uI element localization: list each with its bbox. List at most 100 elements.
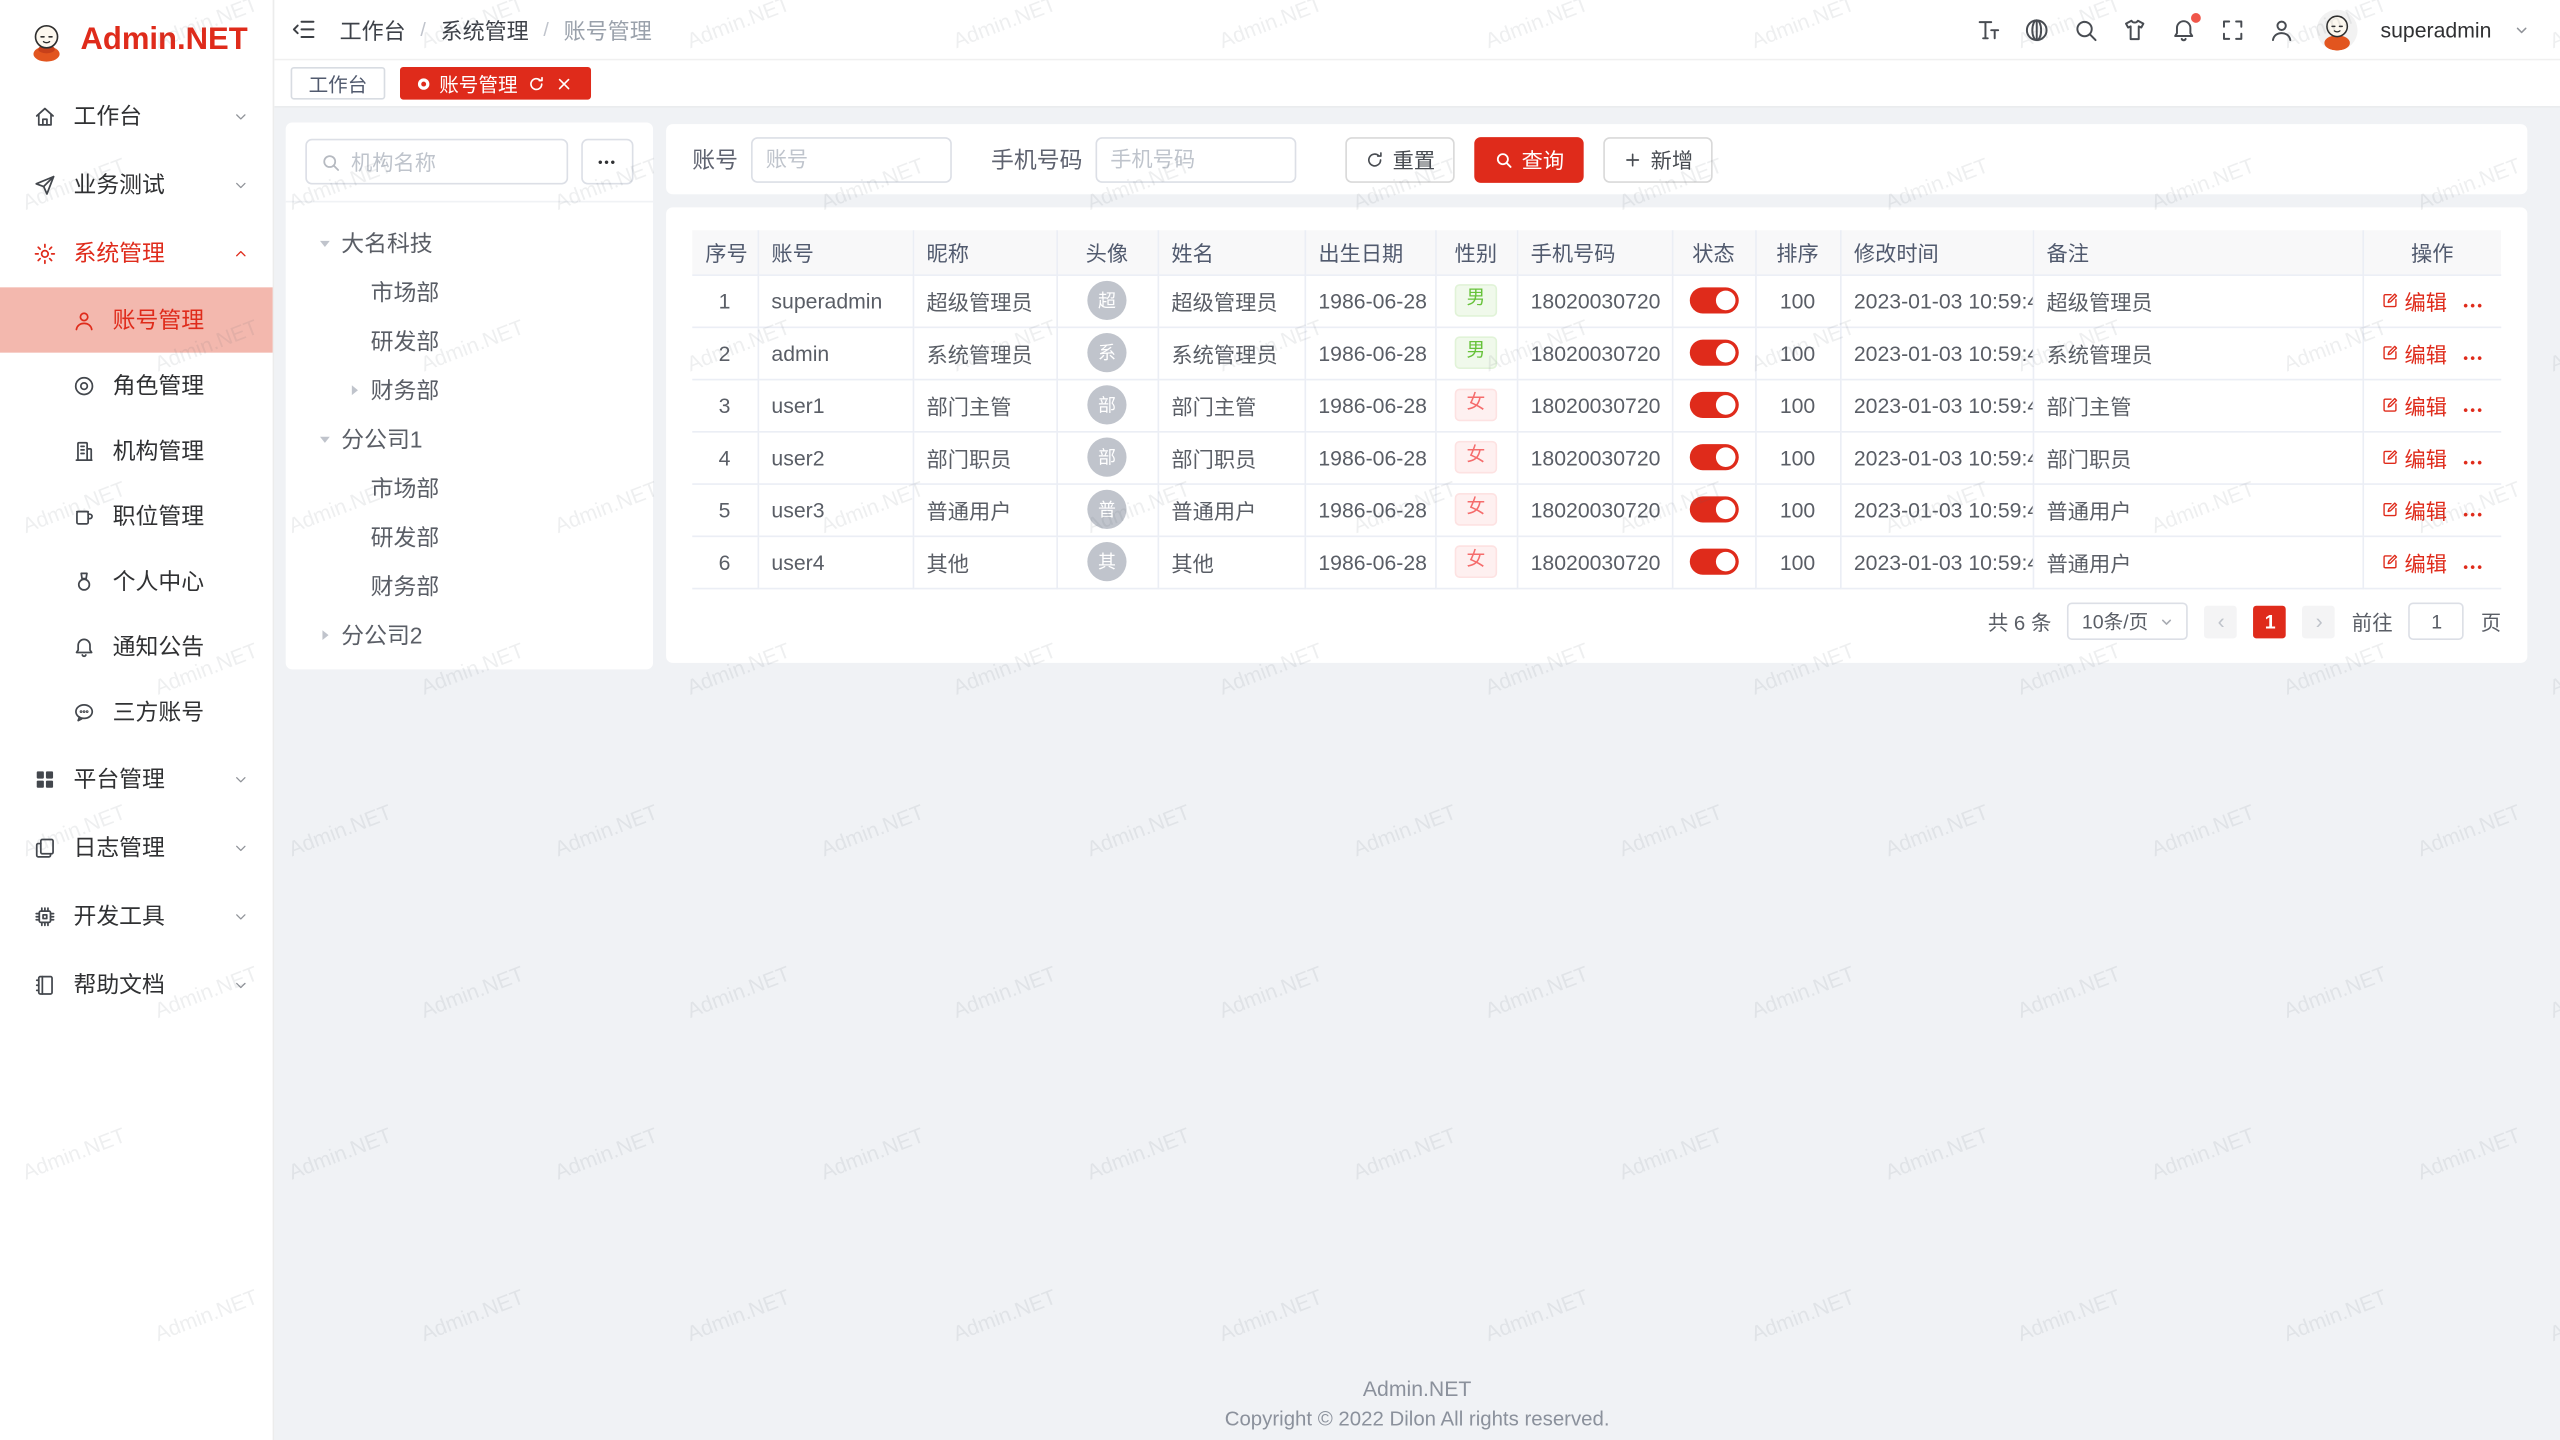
send-icon	[33, 172, 57, 196]
sidebar-item-role-management[interactable]: 角色管理	[0, 353, 273, 418]
theme-icon[interactable]	[2121, 16, 2149, 44]
caret-down-icon[interactable]	[315, 233, 335, 253]
sidebar-item-third-party-account[interactable]: 三方账号	[0, 679, 273, 744]
tree-node[interactable]: 分公司2	[296, 611, 644, 660]
cell-phone: 18020030720	[1517, 379, 1672, 431]
search-icon	[320, 151, 341, 172]
sidebar-item-position-management[interactable]: 职位管理	[0, 483, 273, 548]
row-more-button[interactable]: •••	[2463, 351, 2484, 366]
edit-button[interactable]: 编辑	[2380, 337, 2447, 368]
chevron-down-icon	[232, 838, 250, 856]
row-more-button[interactable]: •••	[2463, 403, 2484, 418]
topbar: 工作台 / 系统管理 / 账号管理 superadmin	[274, 0, 2560, 60]
sidebar-item-workbench[interactable]: 工作台	[0, 82, 273, 151]
caret-down-icon[interactable]	[315, 429, 335, 449]
tree-node-label: 大名科技	[341, 227, 432, 260]
query-button[interactable]: 查询	[1474, 136, 1583, 182]
phone-filter-input[interactable]	[1096, 136, 1297, 182]
prev-page-button[interactable]: ‹	[2205, 605, 2238, 638]
sidebar-item-label: 帮助文档	[73, 968, 231, 1001]
sidebar-item-dev-tools[interactable]: 开发工具	[0, 882, 273, 951]
cell-nickname: 部门主管	[913, 379, 1057, 431]
page-size-select[interactable]: 10条/页	[2068, 602, 2189, 640]
home-icon	[33, 104, 57, 128]
sidebar-item-business-test[interactable]: 业务测试	[0, 150, 273, 219]
user-avatar[interactable]	[2317, 9, 2358, 50]
row-more-button[interactable]: •••	[2463, 299, 2484, 314]
more-icon: •••	[598, 154, 617, 169]
sidebar-item-org-management[interactable]: 机构管理	[0, 418, 273, 483]
sidebar-item-profile-center[interactable]: 个人中心	[0, 549, 273, 614]
caret-right-icon[interactable]	[315, 625, 335, 645]
add-button[interactable]: 新增	[1603, 136, 1712, 182]
tree-node[interactable]: 市场部	[296, 464, 644, 513]
row-more-button[interactable]: •••	[2463, 456, 2484, 471]
caret-right-icon[interactable]	[344, 380, 364, 400]
phone-filter-label: 手机号码	[991, 143, 1082, 176]
status-toggle[interactable]	[1689, 340, 1738, 366]
collapse-menu-icon[interactable]	[291, 16, 317, 42]
font-size-icon[interactable]	[1974, 16, 2002, 44]
next-page-button[interactable]: ›	[2303, 605, 2336, 638]
page-unit-label: 页	[2481, 606, 2501, 637]
user-menu-chevron-down-icon[interactable]	[2513, 20, 2531, 38]
edit-button[interactable]: 编辑	[2380, 442, 2447, 473]
sidebar-item-platform-management[interactable]: 平台管理	[0, 744, 273, 813]
sidebar-item-log-management[interactable]: 日志管理	[0, 813, 273, 882]
edit-button[interactable]: 编辑	[2380, 494, 2447, 525]
cell-nickname: 部门职员	[913, 431, 1057, 483]
tab-workbench[interactable]: 工作台	[291, 67, 386, 100]
notification-icon[interactable]	[2170, 16, 2198, 44]
breadcrumb-system-management[interactable]: 系统管理	[441, 13, 529, 46]
row-more-button[interactable]: •••	[2463, 508, 2484, 523]
status-toggle[interactable]	[1689, 549, 1738, 575]
cell-sort: 100	[1755, 379, 1840, 431]
org-search-input[interactable]	[351, 149, 553, 173]
status-toggle[interactable]	[1689, 445, 1738, 471]
tab-account-management[interactable]: 账号管理	[400, 67, 591, 100]
sidebar-item-label: 系统管理	[73, 237, 231, 270]
sidebar-item-notice-announcement[interactable]: 通知公告	[0, 614, 273, 679]
current-page-button[interactable]: 1	[2254, 605, 2287, 638]
gender-badge: 男	[1455, 284, 1497, 316]
edit-button[interactable]: 编辑	[2380, 546, 2447, 577]
tree-node[interactable]: 财务部	[296, 562, 644, 611]
tree-node[interactable]: 研发部	[296, 513, 644, 562]
sidebar-item-help-docs[interactable]: 帮助文档	[0, 950, 273, 1019]
tab-close-icon[interactable]	[555, 74, 573, 92]
org-more-button[interactable]: •••	[581, 139, 633, 185]
cell-account: user2	[758, 431, 913, 483]
tab-label: 账号管理	[439, 69, 517, 97]
profile-icon[interactable]	[2268, 16, 2296, 44]
status-toggle[interactable]	[1689, 497, 1738, 523]
tab-refresh-icon[interactable]	[527, 74, 545, 92]
tree-node[interactable]: 市场部	[296, 268, 644, 317]
cell-modified: 2023-01-03 10:59:44	[1840, 327, 2033, 379]
cell-name: 普通用户	[1158, 483, 1305, 535]
search-icon[interactable]	[2072, 16, 2100, 44]
status-toggle[interactable]	[1689, 392, 1738, 418]
page-footer: Admin.NET Copyright © 2022 Dilon All rig…	[274, 1376, 2560, 1430]
fullscreen-icon[interactable]	[2219, 16, 2247, 44]
row-more-button[interactable]: •••	[2463, 560, 2484, 575]
sidebar-item-system-management[interactable]: 系统管理	[0, 219, 273, 288]
column-header: 账号	[758, 230, 913, 274]
cell-phone: 18020030720	[1517, 483, 1672, 535]
tree-node[interactable]: 大名科技	[296, 219, 644, 268]
breadcrumb-account-management: 账号管理	[564, 13, 652, 46]
sidebar-item-account-management[interactable]: 账号管理	[0, 287, 273, 352]
edit-button[interactable]: 编辑	[2380, 389, 2447, 420]
edit-button[interactable]: 编辑	[2380, 285, 2447, 316]
status-toggle[interactable]	[1689, 288, 1738, 314]
cell-account: admin	[758, 327, 913, 379]
tree-node[interactable]: 研发部	[296, 317, 644, 366]
breadcrumb-workbench[interactable]: 工作台	[340, 13, 406, 46]
reset-button[interactable]: 重置	[1345, 136, 1454, 182]
language-icon[interactable]	[2023, 16, 2051, 44]
tree-node-label: 分公司1	[341, 423, 422, 456]
tree-node[interactable]: 分公司1	[296, 415, 644, 464]
username[interactable]: superadmin	[2381, 17, 2492, 41]
tree-node[interactable]: 财务部	[296, 366, 644, 415]
goto-page-input[interactable]	[2409, 602, 2465, 640]
account-filter-input[interactable]	[751, 136, 952, 182]
